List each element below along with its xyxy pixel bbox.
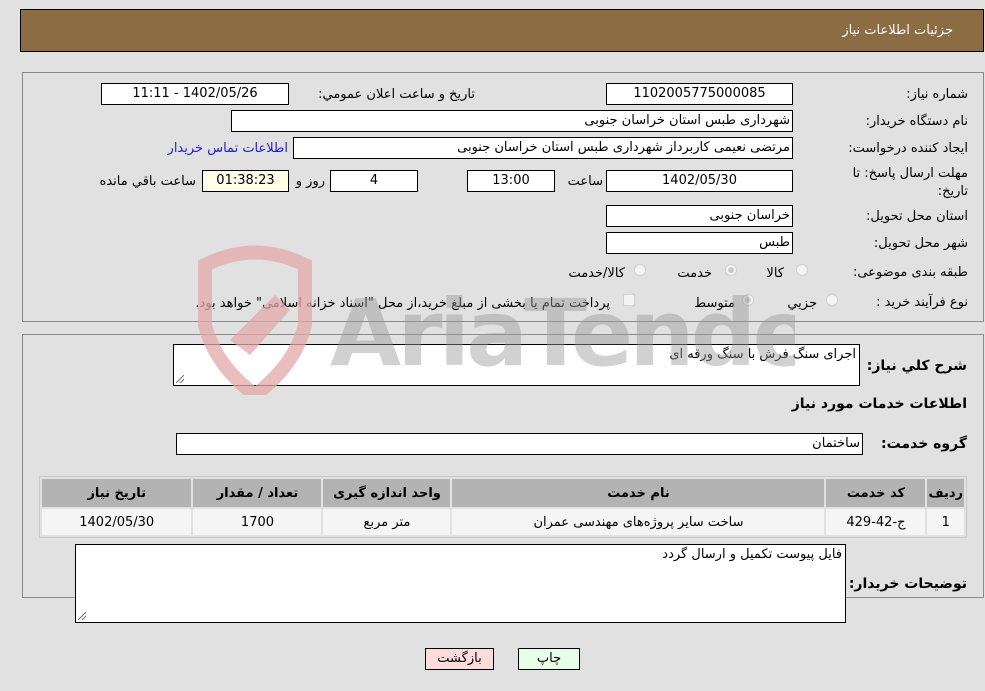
col-service-name: نام خدمت bbox=[452, 479, 825, 507]
buyer-org-label: نام دستگاه خریدار: bbox=[865, 114, 968, 129]
category-radio-goods-service[interactable] bbox=[634, 264, 646, 276]
treasury-checkbox[interactable] bbox=[623, 294, 635, 306]
deadline-date-field: 1402/05/30 bbox=[606, 170, 793, 192]
cell-unit: متر مربع bbox=[323, 509, 451, 535]
cell-service-code: ج-42-429 bbox=[826, 509, 926, 535]
province-label: استان محل تحویل: bbox=[866, 209, 968, 224]
category-label: طبقه بندی موضوعی: bbox=[852, 265, 968, 280]
process-option-minor: جزيي bbox=[787, 296, 817, 311]
col-service-code: کد خدمت bbox=[826, 479, 926, 507]
buyer-contact-link[interactable]: اطلاعات تماس خریدار bbox=[168, 141, 288, 156]
cell-need-date: 1402/05/30 bbox=[42, 509, 192, 535]
days-field: 4 bbox=[330, 170, 418, 192]
process-label: نوع فرآیند خرید : bbox=[876, 295, 968, 310]
cell-service-name: ساخت سایر پروژه‌های مهندسی عمران bbox=[452, 509, 825, 535]
cell-quantity: 1700 bbox=[193, 509, 322, 535]
announce-field: 1402/05/26 - 11:11 bbox=[101, 83, 289, 105]
city-label: شهر محل تحویل: bbox=[873, 236, 968, 251]
deadline-label-line2: تاریخ: bbox=[937, 184, 968, 199]
buyer-notes-label: توضیحات خریدار: bbox=[848, 576, 967, 592]
announce-label: تاریخ و ساعت اعلان عمومي: bbox=[318, 87, 475, 102]
resize-grip-icon[interactable] bbox=[78, 612, 86, 620]
deadline-time-field: 13:00 bbox=[467, 170, 555, 192]
days-label: روز و bbox=[295, 174, 325, 189]
resize-grip-icon[interactable] bbox=[176, 375, 184, 383]
back-button[interactable]: بازگشت bbox=[425, 648, 494, 670]
table-header-row: ردیف کد خدمت نام خدمت واحد اندازه گیری ت… bbox=[42, 479, 964, 507]
page-title: جزئیات اطلاعات نیاز bbox=[842, 23, 953, 38]
services-heading: اطلاعات خدمات مورد نیاز bbox=[791, 396, 967, 412]
need-number-label: شماره نیاز: bbox=[906, 87, 968, 102]
category-option-goods: کالا bbox=[766, 266, 784, 281]
process-option-medium: متوسط bbox=[694, 296, 735, 311]
remaining-time-field: 01:38:23 bbox=[202, 170, 289, 192]
print-button[interactable]: چاپ bbox=[518, 648, 580, 670]
col-quantity: تعداد / مقدار bbox=[193, 479, 322, 507]
description-text: اجرای سنگ فرش با سنگ ورقه ای bbox=[669, 347, 856, 362]
deadline-label-line1: مهلت ارسال پاسخ: تا bbox=[852, 166, 968, 181]
buyer-notes-textarea[interactable]: فایل پیوست تکمیل و ارسال گردد bbox=[75, 544, 846, 623]
process-radio-medium[interactable] bbox=[742, 294, 754, 306]
category-radio-service[interactable] bbox=[725, 264, 737, 276]
province-field: خراسان جنوبی bbox=[606, 205, 793, 227]
buyer-notes-text: فایل پیوست تکمیل و ارسال گردد bbox=[662, 547, 842, 562]
service-group-field: ساختمان bbox=[176, 433, 863, 455]
city-field: طبس bbox=[606, 232, 793, 254]
deadline-label: مهلت ارسال پاسخ: تا تاریخ: bbox=[853, 165, 968, 201]
category-option-service: خدمت bbox=[677, 266, 712, 281]
col-need-date: تاریخ نیاز bbox=[42, 479, 192, 507]
time-label: ساعت bbox=[567, 174, 603, 189]
description-label: شرح کلي نياز: bbox=[866, 358, 967, 374]
services-table: ردیف کد خدمت نام خدمت واحد اندازه گیری ت… bbox=[39, 476, 967, 538]
page-header: جزئیات اطلاعات نیاز bbox=[20, 9, 984, 52]
col-row-number: ردیف bbox=[927, 479, 964, 507]
process-radio-minor[interactable] bbox=[826, 294, 838, 306]
category-radio-goods[interactable] bbox=[796, 264, 808, 276]
need-number-field: 1102005775000085 bbox=[606, 83, 793, 105]
remaining-label: ساعت باقي مانده bbox=[99, 174, 196, 189]
service-group-label: گروه خدمت: bbox=[881, 436, 967, 452]
creator-label: ایجاد کننده درخواست: bbox=[848, 141, 968, 156]
treasury-note: پرداخت تمام یا بخشی از مبلغ خرید،از محل … bbox=[195, 296, 610, 311]
category-option-goods-service: کالا/خدمت bbox=[568, 266, 625, 281]
description-textarea[interactable]: اجرای سنگ فرش با سنگ ورقه ای bbox=[173, 344, 860, 386]
cell-row-number: 1 bbox=[927, 509, 964, 535]
creator-field: مرتضی نعیمی کاربرداز شهرداری طبس استان خ… bbox=[293, 137, 793, 159]
col-unit: واحد اندازه گیری bbox=[323, 479, 451, 507]
buyer-org-field: شهرداری طبس استان خراسان جنوبی bbox=[231, 110, 793, 132]
table-row: 1 ج-42-429 ساخت سایر پروژه‌های مهندسی عم… bbox=[42, 509, 964, 535]
